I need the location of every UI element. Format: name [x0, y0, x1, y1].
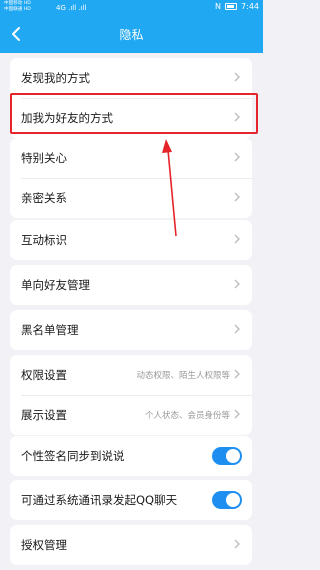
- chevron-right-icon: [234, 539, 240, 549]
- chevron-right-icon: [234, 192, 240, 202]
- page-title: 隐私: [119, 28, 144, 42]
- chevron-right-icon: [234, 324, 240, 334]
- row-special-care[interactable]: 特别关心: [10, 138, 252, 178]
- row-discover-me[interactable]: 发现我的方式: [10, 58, 252, 98]
- signature-sync-toggle[interactable]: [212, 447, 242, 465]
- row-label: 个性签名同步到说说: [21, 449, 125, 463]
- chevron-right-icon: [234, 72, 240, 82]
- row-label: 可通过系统通讯录发起QQ聊天: [21, 493, 178, 507]
- row-label: 特别关心: [21, 151, 67, 165]
- row-one-way-friends[interactable]: 单向好友管理: [10, 265, 252, 305]
- chevron-right-icon: [234, 409, 240, 419]
- row-label: 单向好友管理: [21, 278, 90, 292]
- chevron-right-icon: [234, 234, 240, 244]
- signal-icon: 4G .ıll .ıll: [56, 4, 87, 12]
- settings-group-6: 权限设置 动态权限、陌生人权限等 展示设置 个人状态、会员身份等: [10, 355, 252, 435]
- settings-group-4: 单向好友管理: [10, 265, 252, 305]
- row-label: 加我为好友的方式: [21, 111, 113, 125]
- toggle-knob: [226, 493, 240, 507]
- row-add-me-as-friend[interactable]: 加我为好友的方式: [10, 98, 252, 138]
- contacts-chat-toggle[interactable]: [212, 491, 242, 509]
- row-permissions[interactable]: 权限设置 动态权限、陌生人权限等: [10, 355, 252, 395]
- row-interaction-marks[interactable]: 互动标识: [10, 220, 252, 260]
- settings-group-3: 互动标识: [10, 220, 252, 260]
- carrier-info: 中国移动 HD 中国联通 HD: [4, 1, 31, 13]
- row-label: 展示设置: [21, 408, 67, 422]
- nfc-icon: N: [215, 2, 222, 11]
- chevron-right-icon: [234, 279, 240, 289]
- settings-group-7: 个性签名同步到说说: [10, 436, 252, 476]
- settings-group-1: 发现我的方式 加我为好友的方式: [10, 58, 252, 138]
- row-label: 亲密关系: [21, 191, 67, 205]
- row-value: 动态权限、陌生人权限等: [136, 371, 230, 381]
- clock: 7:44: [241, 2, 259, 11]
- chevron-right-icon: [234, 152, 240, 162]
- row-label: 授权管理: [21, 538, 67, 552]
- chevron-right-icon: [234, 369, 240, 379]
- settings-group-8: 可通过系统通讯录发起QQ聊天: [10, 480, 252, 520]
- row-contacts-chat: 可通过系统通讯录发起QQ聊天: [10, 480, 252, 520]
- row-label: 黑名单管理: [21, 323, 79, 337]
- row-signature-sync: 个性签名同步到说说: [10, 436, 252, 476]
- row-authorization[interactable]: 授权管理: [10, 525, 252, 565]
- settings-group-5: 黑名单管理: [10, 310, 252, 350]
- carrier-2: 中国联通 HD: [4, 7, 31, 12]
- row-intimate-relationship[interactable]: 亲密关系: [10, 178, 252, 218]
- settings-group-9: 授权管理: [10, 525, 252, 565]
- row-label: 互动标识: [21, 233, 67, 247]
- row-label: 权限设置: [21, 368, 67, 382]
- settings-group-2: 特别关心 亲密关系: [10, 138, 252, 218]
- chevron-right-icon: [234, 112, 240, 122]
- row-display-settings[interactable]: 展示设置 个人状态、会员身份等: [10, 395, 252, 435]
- nav-bar: 隐私: [0, 16, 263, 53]
- toggle-knob: [226, 449, 240, 463]
- row-value: 个人状态、会员身份等: [144, 411, 230, 421]
- row-blacklist[interactable]: 黑名单管理: [10, 310, 252, 350]
- battery-icon: [225, 3, 238, 10]
- row-label: 发现我的方式: [21, 71, 90, 85]
- status-bar: 中国移动 HD 中国联通 HD 4G .ıll .ıll N 7:44: [0, 0, 263, 16]
